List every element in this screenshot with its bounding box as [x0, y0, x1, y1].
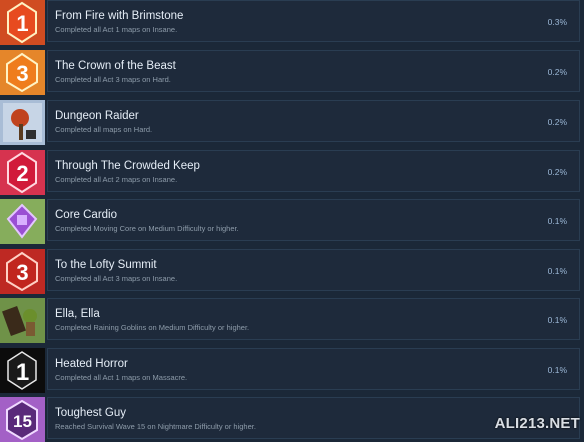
achievement-description: Reached Survival Wave 15 on Nightmare Di…	[55, 422, 256, 431]
badge-glyph: 15	[13, 412, 32, 431]
achievement-row[interactable]: 3 The Crown of the Beast Completed all A…	[0, 50, 584, 95]
achievement-panel: Core Cardio Completed Moving Core on Med…	[47, 199, 580, 241]
badge-glyph: 3	[16, 260, 28, 285]
achievement-row[interactable]: Dungeon Raider Completed all maps on Har…	[0, 100, 584, 145]
unlock-percentage: 0.1%	[547, 216, 567, 226]
badge-glyph: 2	[16, 161, 28, 186]
unlock-percentage: 0.1%	[547, 315, 567, 325]
achievement-row[interactable]: 1 From Fire with Brimstone Completed all…	[0, 0, 584, 45]
achievement-row[interactable]: 3 To the Lofty Summit Completed all Act …	[0, 249, 584, 294]
summit-badge-3-icon: 3	[0, 249, 45, 294]
achievement-description: Completed all Act 3 maps on Hard.	[55, 75, 171, 84]
achievement-row[interactable]: 1 Heated Horror Completed all Act 1 maps…	[0, 348, 584, 393]
achievement-description: Completed Raining Goblins on Medium Diff…	[55, 323, 250, 332]
achievement-title: From Fire with Brimstone	[55, 10, 184, 22]
dungeon-raider-icon	[0, 100, 45, 145]
achievement-title: Dungeon Raider	[55, 110, 139, 122]
badge-glyph: 3	[16, 61, 28, 86]
achievement-panel: To the Lofty Summit Completed all Act 3 …	[47, 249, 580, 291]
achievement-description: Completed all maps on Hard.	[55, 125, 153, 134]
achievement-title: To the Lofty Summit	[55, 259, 157, 271]
massacre-badge-1-icon: 1	[0, 348, 45, 393]
achievement-title: Toughest Guy	[55, 407, 126, 419]
achievement-title: Heated Horror	[55, 358, 128, 370]
unlock-percentage: 0.2%	[547, 117, 567, 127]
achievement-panel: The Crown of the Beast Completed all Act…	[47, 50, 580, 92]
keep-badge-2-icon: 2	[0, 150, 45, 195]
achievement-row[interactable]: Ella, Ella Completed Raining Goblins on …	[0, 298, 584, 343]
crown-badge-3-icon: 3	[0, 50, 45, 95]
achievement-description: Completed all Act 1 maps on Massacre.	[55, 373, 188, 382]
achievement-title: The Crown of the Beast	[55, 60, 176, 72]
unlock-percentage: 0.3%	[547, 17, 567, 27]
achievement-description: Completed all Act 1 maps on Insane.	[55, 25, 178, 34]
unlock-percentage: 0.1%	[547, 365, 567, 375]
achievement-panel: Dungeon Raider Completed all maps on Har…	[47, 100, 580, 142]
achievement-row[interactable]: 2 Through The Crowded Keep Completed all…	[0, 150, 584, 195]
achievement-panel: Ella, Ella Completed Raining Goblins on …	[47, 298, 580, 340]
achievement-title: Through The Crowded Keep	[55, 160, 200, 172]
raining-goblins-icon	[0, 298, 45, 343]
achievement-panel: Heated Horror Completed all Act 1 maps o…	[47, 348, 580, 390]
achievement-list: 1 From Fire with Brimstone Completed all…	[0, 0, 584, 442]
unlock-percentage: 0.2%	[547, 167, 567, 177]
achievement-row[interactable]: Core Cardio Completed Moving Core on Med…	[0, 199, 584, 244]
survival-wave-15-icon: 15	[0, 397, 45, 442]
achievement-panel: Through The Crowded Keep Completed all A…	[47, 150, 580, 192]
achievement-title: Core Cardio	[55, 209, 117, 221]
achievement-description: Completed Moving Core on Medium Difficul…	[55, 224, 239, 233]
achievement-description: Completed all Act 2 maps on Insane.	[55, 175, 178, 184]
badge-glyph: 1	[16, 359, 29, 386]
unlock-percentage: 0.1%	[547, 266, 567, 276]
unlock-percentage: 0.2%	[547, 67, 567, 77]
watermark: ALI213.NET	[494, 415, 580, 432]
achievement-title: Ella, Ella	[55, 308, 100, 320]
flame-badge-1-icon: 1	[0, 0, 45, 45]
moving-core-icon	[0, 199, 45, 244]
achievement-panel: From Fire with Brimstone Completed all A…	[47, 0, 580, 42]
badge-glyph: 1	[16, 11, 28, 36]
achievement-description: Completed all Act 3 maps on Insane.	[55, 274, 178, 283]
